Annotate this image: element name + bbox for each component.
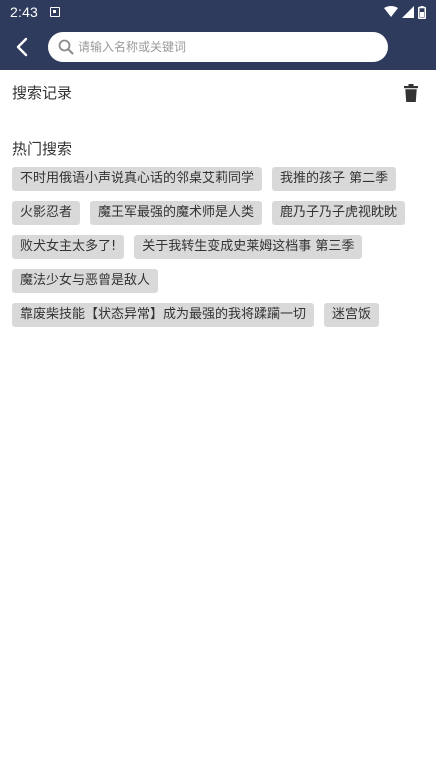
top-bar <box>0 24 436 70</box>
hot-search-tag[interactable]: 迷宫饭 <box>324 303 380 327</box>
search-icon <box>58 39 74 55</box>
search-input[interactable] <box>78 40 378 54</box>
hot-search-tag[interactable]: 魔法少女与恶曾是敌人 <box>12 269 159 293</box>
hot-search-tag[interactable]: 火影忍者 <box>12 201 81 225</box>
back-arrow-icon <box>16 37 28 57</box>
search-history-header: 搜索记录 <box>12 82 424 103</box>
wifi-icon <box>384 6 398 17</box>
clear-history-button[interactable] <box>404 83 418 102</box>
hot-search-tags: 不时用俄语小声说真心话的邻桌艾莉同学 我推的孩子 第二季 火影忍者 魔王军最强的… <box>12 167 424 327</box>
status-icons <box>384 5 426 19</box>
hot-search-title: 热门搜索 <box>12 140 73 158</box>
search-history-title: 搜索记录 <box>12 84 73 102</box>
hot-search-tag[interactable]: 败犬女主太多了! <box>12 235 125 259</box>
status-bar: 2:43 <box>0 0 436 24</box>
battery-icon <box>418 5 426 19</box>
hot-search-tag[interactable]: 魔王军最强的魔术师是人类 <box>90 201 263 225</box>
hot-search-tag[interactable]: 我推的孩子 第二季 <box>272 167 397 191</box>
signal-icon <box>402 6 414 18</box>
hot-search-tag[interactable]: 关于我转生变成史莱姆这档事 第三季 <box>134 235 363 259</box>
status-time: 2:43 <box>10 4 39 20</box>
trash-icon <box>404 83 418 102</box>
hot-search-tag[interactable]: 不时用俄语小声说真心话的邻桌艾莉同学 <box>12 167 263 191</box>
hot-search-section: 热门搜索 不时用俄语小声说真心话的邻桌艾莉同学 我推的孩子 第二季 火影忍者 魔… <box>12 138 424 327</box>
search-box[interactable] <box>48 32 388 62</box>
search-history-section: 搜索记录 <box>12 82 424 103</box>
hot-search-tag[interactable]: 靠废柴技能【状态异常】成为最强的我将蹂躏一切 <box>12 303 315 327</box>
hot-search-tag[interactable]: 鹿乃子乃子虎视眈眈 <box>272 201 406 225</box>
back-button[interactable] <box>0 24 44 70</box>
notification-icon <box>50 7 61 17</box>
hot-search-header: 热门搜索 <box>12 138 424 159</box>
